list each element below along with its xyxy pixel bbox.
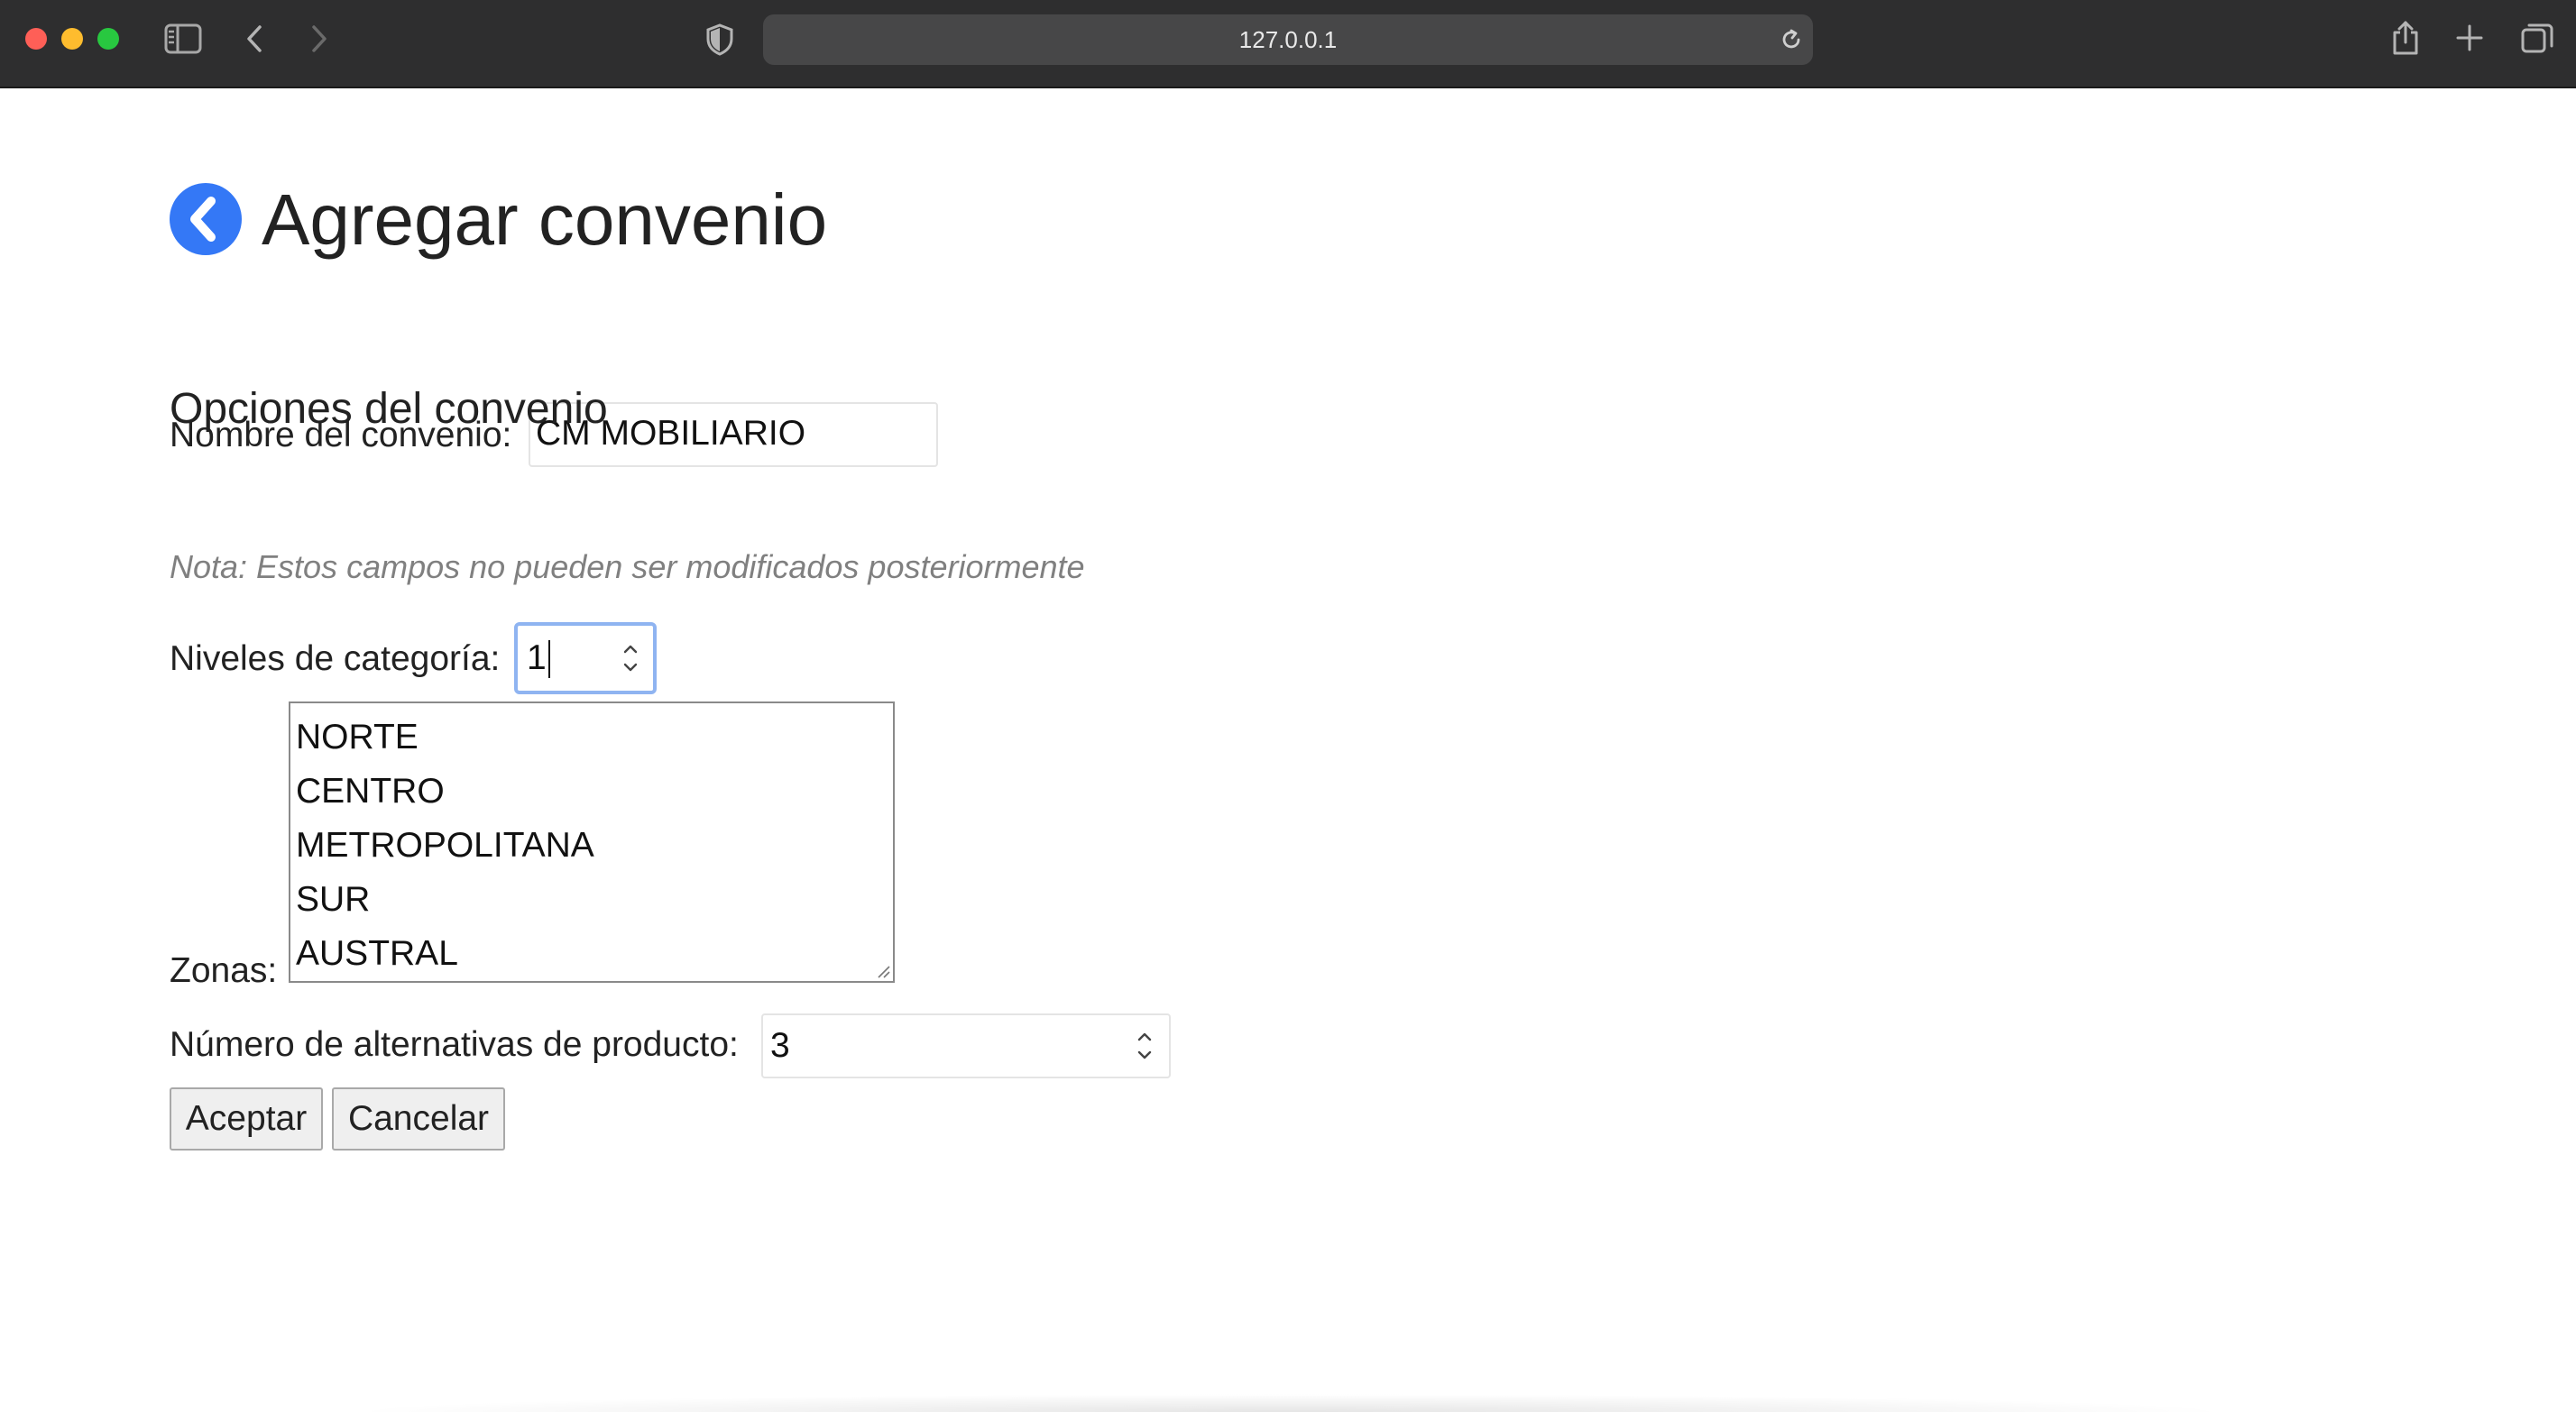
chevron-right-icon[interactable] (307, 23, 330, 54)
text-caret (548, 640, 550, 678)
plus-icon[interactable] (2455, 23, 2484, 52)
tab-overview-icon[interactable] (2520, 22, 2554, 54)
zone-option[interactable]: AUSTRAL (296, 927, 893, 981)
zone-option[interactable]: CENTRO (296, 765, 893, 819)
cancel-button[interactable]: Cancelar (332, 1087, 505, 1151)
chevron-left-icon[interactable] (244, 23, 267, 54)
alternatives-label: Número de alternativas de producto: (170, 1025, 739, 1064)
levels-input[interactable]: 1 (514, 622, 657, 694)
zone-option[interactable]: METROPOLITANA (296, 819, 893, 873)
stepper-arrows-icon[interactable] (1133, 1028, 1156, 1064)
zoom-window-button[interactable] (97, 28, 119, 50)
browser-toolbar: 127.0.0.1 (0, 0, 2576, 88)
levels-label: Niveles de categoría: (170, 639, 501, 678)
resize-grip-icon[interactable] (875, 963, 891, 979)
reload-icon[interactable] (1779, 27, 1804, 52)
zone-option[interactable]: SUR (296, 873, 893, 927)
window-shadow (343, 1394, 2237, 1412)
accept-button[interactable]: Aceptar (170, 1087, 323, 1151)
sidebar-icon[interactable] (164, 23, 202, 54)
back-button[interactable] (170, 183, 242, 255)
zones-label: Zonas: (170, 951, 278, 990)
levels-value: 1 (527, 638, 547, 677)
shield-icon[interactable] (705, 23, 734, 56)
minimize-window-button[interactable] (61, 28, 83, 50)
options-section-title: Opciones del convenio (170, 385, 608, 433)
note-text: Nota: Estos campos no pueden ser modific… (170, 548, 1085, 585)
chevron-left-circle-icon (190, 197, 216, 242)
url-text: 127.0.0.1 (1238, 26, 1338, 53)
stepper-arrows-icon[interactable] (619, 640, 642, 676)
share-icon[interactable] (2390, 20, 2421, 56)
zone-option[interactable]: NORTE (296, 711, 893, 765)
zones-listbox[interactable]: NORTE CENTRO METROPOLITANA SUR AUSTRAL (289, 701, 895, 983)
page-title: Agregar convenio (262, 179, 828, 260)
alternatives-input[interactable]: 3 (761, 1013, 1171, 1078)
address-bar[interactable]: 127.0.0.1 (763, 14, 1813, 65)
alternatives-value: 3 (770, 1026, 790, 1065)
close-window-button[interactable] (25, 28, 47, 50)
